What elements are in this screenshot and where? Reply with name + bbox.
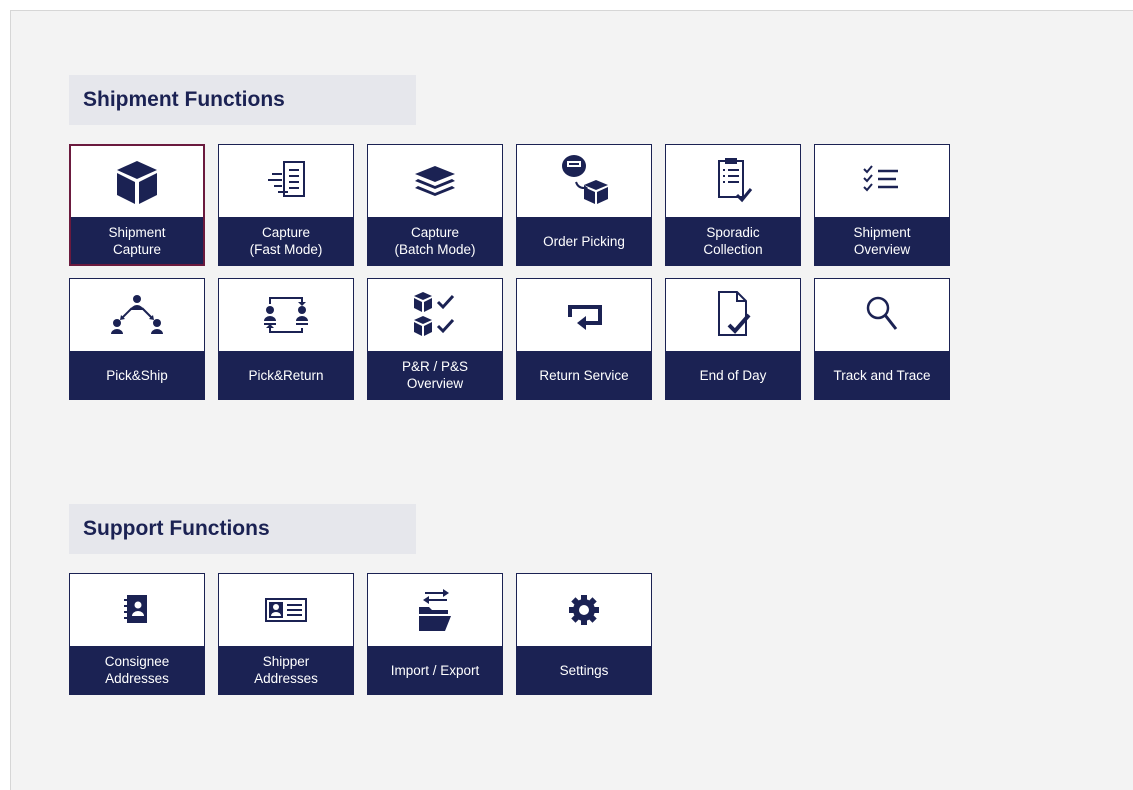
tile-shipper-addresses[interactable]: Shipper Addresses — [218, 573, 354, 695]
tile-label: Import / Export — [368, 646, 502, 694]
document-check-icon — [666, 279, 800, 351]
tile-settings[interactable]: Settings — [516, 573, 652, 695]
tile-import-export[interactable]: Import / Export — [367, 573, 503, 695]
tile-label: Settings — [517, 646, 651, 694]
gear-icon — [517, 574, 651, 646]
tile-shipment-capture[interactable]: Shipment Capture — [69, 144, 205, 266]
tile-pr-ps-overview[interactable]: P&R / P&S Overview — [367, 278, 503, 400]
id-card-icon — [219, 574, 353, 646]
magnifier-icon — [815, 279, 949, 351]
tile-return-service[interactable]: Return Service — [516, 278, 652, 400]
tile-pick-and-ship[interactable]: Pick&Ship — [69, 278, 205, 400]
app-frame: Shipment Functions Shipment Capture Captu… — [10, 10, 1133, 790]
tile-label: Shipment Overview — [815, 217, 949, 265]
tile-label: Shipper Addresses — [219, 646, 353, 694]
checklist-icon — [815, 145, 949, 217]
tile-capture-batch-mode[interactable]: Capture (Batch Mode) — [367, 144, 503, 266]
tile-label: P&R / P&S Overview — [368, 351, 502, 399]
shipment-functions-heading: Shipment Functions — [69, 75, 416, 125]
tile-label: Pick&Return — [219, 351, 353, 399]
tile-label: End of Day — [666, 351, 800, 399]
fast-document-icon — [219, 145, 353, 217]
support-functions-grid: Consignee Addresses Shipper Addresses Impo… — [69, 573, 950, 695]
box-icon — [71, 146, 203, 217]
tile-track-and-trace[interactable]: Track and Trace — [814, 278, 950, 400]
tile-label: Sporadic Collection — [666, 217, 800, 265]
people-network-icon — [70, 279, 204, 351]
boxes-check-icon — [368, 279, 502, 351]
tile-consignee-addresses[interactable]: Consignee Addresses — [69, 573, 205, 695]
tray-to-box-icon — [517, 145, 651, 217]
tile-label: Shipment Capture — [71, 217, 203, 264]
people-exchange-icon — [219, 279, 353, 351]
tile-shipment-overview[interactable]: Shipment Overview — [814, 144, 950, 266]
tile-label: Pick&Ship — [70, 351, 204, 399]
tile-label: Return Service — [517, 351, 651, 399]
folder-transfer-icon — [368, 574, 502, 646]
tile-order-picking[interactable]: Order Picking — [516, 144, 652, 266]
support-functions-heading: Support Functions — [69, 504, 416, 554]
layers-icon — [368, 145, 502, 217]
tile-pick-and-return[interactable]: Pick&Return — [218, 278, 354, 400]
tile-label: Order Picking — [517, 217, 651, 265]
tile-label: Capture (Fast Mode) — [219, 217, 353, 265]
clipboard-check-icon — [666, 145, 800, 217]
tile-end-of-day[interactable]: End of Day — [665, 278, 801, 400]
address-book-icon — [70, 574, 204, 646]
tile-label: Capture (Batch Mode) — [368, 217, 502, 265]
tile-label: Track and Trace — [815, 351, 949, 399]
shipment-functions-grid: Shipment Capture Capture (Fast Mode) Captu… — [69, 144, 950, 400]
tile-sporadic-collection[interactable]: Sporadic Collection — [665, 144, 801, 266]
tile-label: Consignee Addresses — [70, 646, 204, 694]
tile-capture-fast-mode[interactable]: Capture (Fast Mode) — [218, 144, 354, 266]
return-arrow-icon — [517, 279, 651, 351]
